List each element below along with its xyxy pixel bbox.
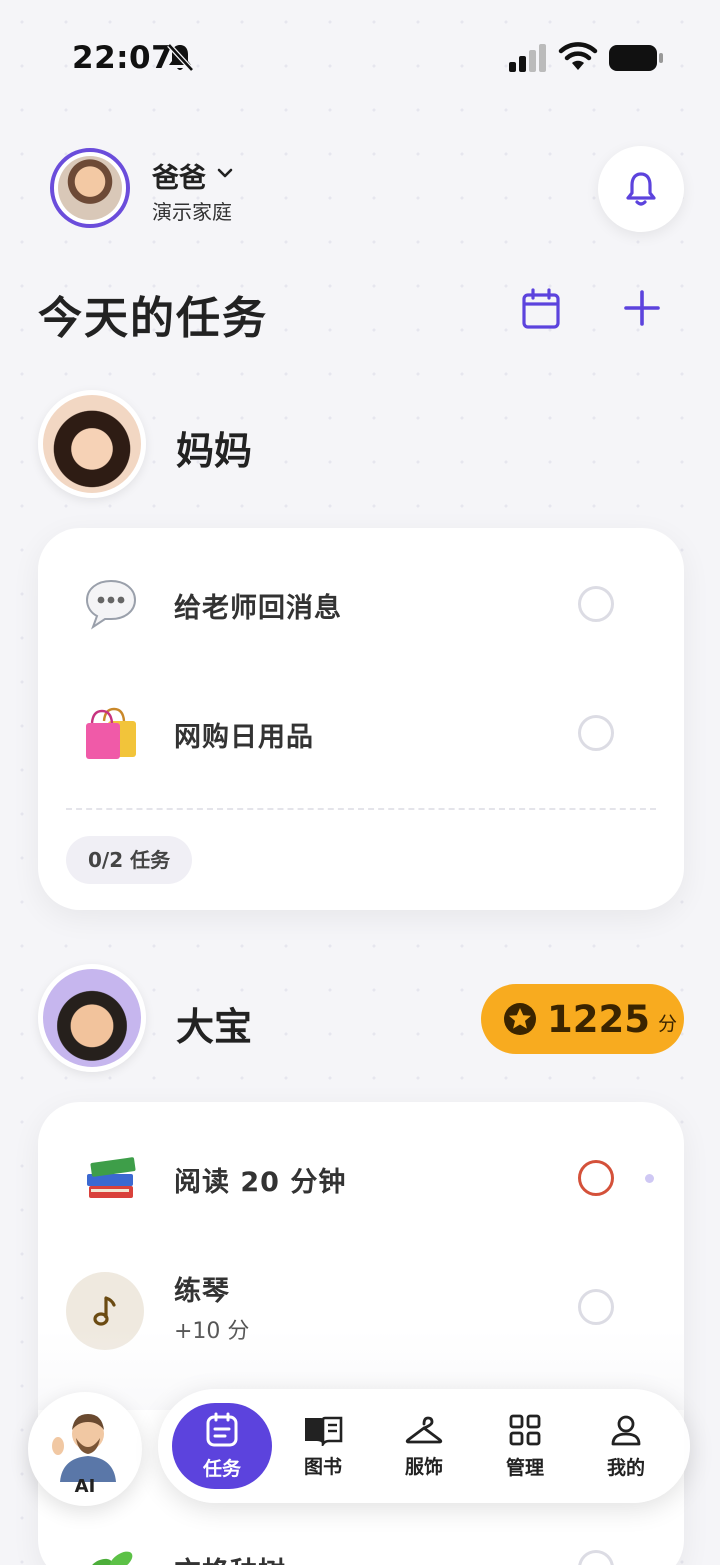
battery-icon	[609, 45, 663, 71]
tab-label: 图书	[303, 1455, 342, 1478]
points-value: 1225	[547, 997, 650, 1041]
task-checkbox[interactable]	[578, 1550, 614, 1565]
tab-label: 管理	[505, 1456, 544, 1479]
tab-books[interactable]: 图书	[273, 1403, 373, 1489]
task-row[interactable]: 网购日用品	[38, 683, 684, 783]
speech-bubble-icon	[76, 569, 146, 639]
user-avatar[interactable]	[50, 148, 130, 228]
star-icon	[504, 1003, 536, 1035]
member-name: 大宝	[176, 1005, 253, 1049]
sprout-icon	[76, 1537, 146, 1565]
tab-bar: 任务 图书 服饰 管理 我的	[158, 1389, 690, 1503]
wifi-icon	[558, 42, 598, 70]
task-checkbox[interactable]	[578, 715, 614, 751]
task-title: 练琴	[174, 1276, 230, 1307]
chevron-down-icon[interactable]	[216, 164, 234, 182]
user-name[interactable]: 爸爸	[152, 156, 206, 195]
member-avatar-mom[interactable]	[38, 390, 146, 498]
divider	[66, 808, 656, 810]
books-icon	[76, 1143, 146, 1213]
task-points: +10 分	[174, 1319, 250, 1344]
music-note-icon	[66, 1272, 144, 1350]
task-title: 给老师回消息	[174, 593, 342, 624]
plus-icon[interactable]	[622, 288, 662, 328]
task-row[interactable]: 方格种树	[38, 1522, 684, 1565]
signal-icon	[509, 44, 546, 72]
task-row[interactable]: 给老师回消息	[38, 554, 684, 654]
task-title: 网购日用品	[174, 722, 314, 753]
task-row[interactable]: 阅读 20 分钟	[38, 1128, 684, 1228]
hanger-icon	[405, 1416, 443, 1443]
person-icon	[611, 1415, 641, 1445]
task-checkbox[interactable]	[578, 586, 614, 622]
book-icon	[305, 1416, 343, 1446]
bell-icon	[626, 172, 656, 206]
points-badge: 1225 分	[481, 984, 684, 1054]
tab-profile[interactable]: 我的	[576, 1403, 676, 1489]
ai-assistant-button[interactable]: AI	[28, 1392, 142, 1506]
status-dot	[645, 1174, 654, 1183]
family-name: 演示家庭	[152, 200, 232, 224]
tab-clothing[interactable]: 服饰	[374, 1403, 474, 1489]
task-checkbox[interactable]	[578, 1160, 614, 1196]
shopping-bags-icon	[76, 698, 146, 768]
tab-label: 服饰	[404, 1455, 443, 1478]
ai-label: AI	[74, 1476, 96, 1497]
task-title: 阅读 20 分钟	[174, 1167, 347, 1198]
status-time: 22:07	[72, 40, 174, 76]
task-row[interactable]: 练琴 +10 分	[38, 1257, 684, 1357]
tab-manage[interactable]: 管理	[475, 1403, 575, 1489]
grid-icon	[509, 1414, 541, 1445]
tab-label: 我的	[606, 1456, 645, 1479]
task-card-mom: 给老师回消息 网购日用品 0/2 任务	[38, 528, 684, 910]
notification-button[interactable]	[598, 146, 684, 232]
task-count-badge: 0/2 任务	[66, 836, 193, 884]
task-list-icon	[206, 1412, 238, 1446]
bell-off-icon	[167, 43, 194, 72]
task-checkbox[interactable]	[578, 1289, 614, 1325]
tab-label: 任务	[202, 1457, 241, 1480]
points-unit: 分	[657, 1012, 677, 1035]
member-name: 妈妈	[176, 429, 253, 473]
tab-tasks[interactable]: 任务	[172, 1403, 272, 1489]
member-avatar-child[interactable]	[38, 964, 146, 1072]
calendar-icon[interactable]	[520, 288, 562, 330]
page-title: 今天的任务	[38, 293, 268, 344]
task-title: 方格种树	[174, 1550, 286, 1565]
